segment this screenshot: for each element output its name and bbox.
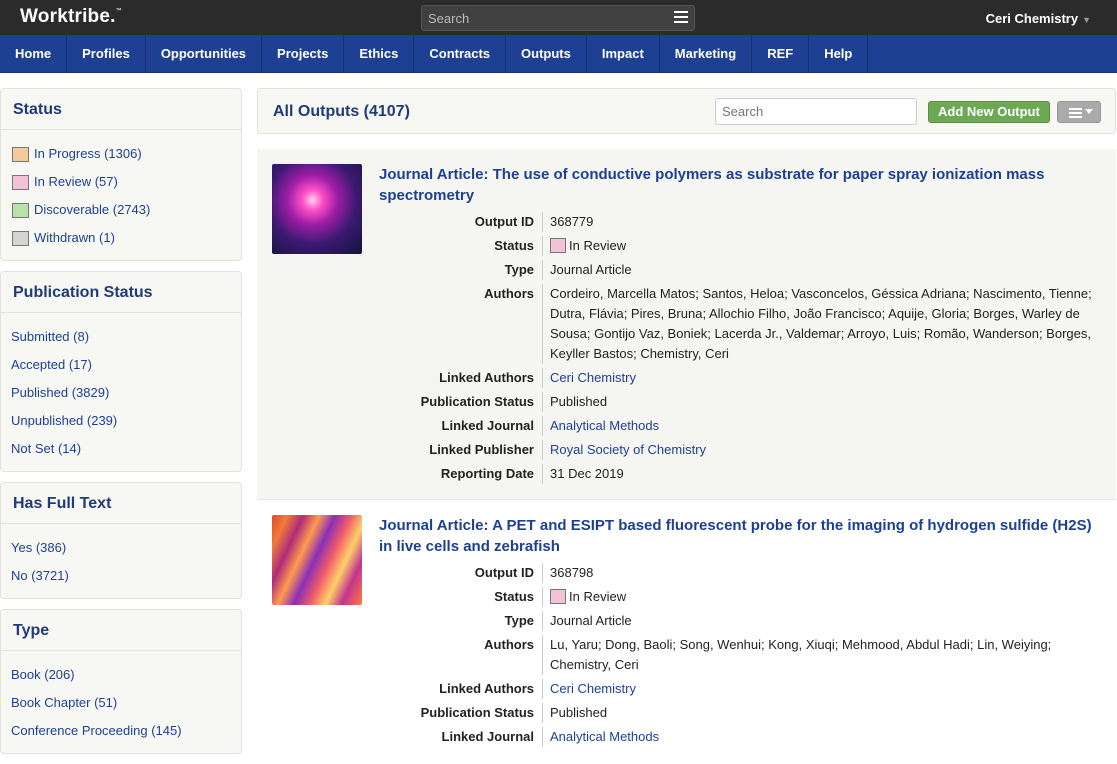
authors-value: Cordeiro, Marcella Matos; Santos, Heloa;… xyxy=(550,286,1092,361)
pubstatus-filter-accepted[interactable]: Accepted (17) xyxy=(11,351,241,379)
status-filter-in-progress[interactable]: In Progress (1306) xyxy=(12,140,241,168)
add-new-output-button[interactable]: Add New Output xyxy=(928,101,1050,123)
field-label: Type xyxy=(289,611,543,631)
field-label: Linked Publisher xyxy=(289,440,543,460)
type-facet: Type Book (206) Book Chapter (51) Confer… xyxy=(0,609,242,754)
linked-author-link[interactable]: Ceri Chemistry xyxy=(543,679,1104,699)
facet-title: Type xyxy=(1,610,241,651)
outputs-header: All Outputs (4107) Add New Output xyxy=(257,88,1116,134)
page-title: All Outputs (4107) xyxy=(273,103,410,120)
pubstatus-filter-submitted[interactable]: Submitted (8) xyxy=(11,323,241,351)
chevron-down-icon xyxy=(1085,109,1093,114)
fulltext-filter-no[interactable]: No (3721) xyxy=(11,562,241,590)
list-menu-icon xyxy=(1069,108,1082,120)
nav-ref[interactable]: REF xyxy=(752,35,810,72)
status-swatch xyxy=(12,230,29,246)
publication-status-facet: Publication Status Submitted (8) Accepte… xyxy=(0,271,242,472)
field-label: Linked Authors xyxy=(289,679,543,699)
output-title-link[interactable]: Journal Article: A PET and ESIPT based f… xyxy=(379,515,1099,557)
user-menu[interactable]: Ceri Chemistry ▼ xyxy=(986,11,1091,26)
field-label: Linked Journal xyxy=(289,727,543,747)
linked-author-link[interactable]: Ceri Chemistry xyxy=(543,368,1104,388)
status-swatch xyxy=(12,202,29,218)
status-value: In Review xyxy=(543,236,1104,256)
nav-projects[interactable]: Projects xyxy=(262,35,345,72)
field-label: Linked Journal xyxy=(289,416,543,436)
status-filter-in-review[interactable]: In Review (57) xyxy=(12,168,241,196)
status-badge xyxy=(550,238,566,253)
output-id-value: 368779 xyxy=(550,214,594,229)
top-bar: Worktribe.™ Ceri Chemistry▼ xyxy=(0,0,1117,35)
reporting-date-value: 31 Dec 2019 xyxy=(550,466,624,481)
status-filter-withdrawn[interactable]: Withdrawn (1) xyxy=(12,224,241,252)
field-label: Reporting Date xyxy=(289,464,543,484)
full-text-facet: Has Full Text Yes (386) No (3721) xyxy=(0,482,242,599)
output-title-link[interactable]: Journal Article: The use of conductive p… xyxy=(379,164,1099,206)
facet-title: Publication Status xyxy=(1,272,241,313)
field-label: Linked Authors xyxy=(289,368,543,388)
filter-sidebar: Status In Progress (1306) In Review (57)… xyxy=(0,88,242,764)
field-label: Type xyxy=(289,260,543,280)
output-thumbnail[interactable] xyxy=(272,164,362,254)
publication-status-value: Published xyxy=(550,705,608,720)
status-swatch xyxy=(12,174,29,190)
nav-ethics[interactable]: Ethics xyxy=(344,35,415,72)
type-value: Journal Article xyxy=(550,613,632,628)
nav-impact[interactable]: Impact xyxy=(587,35,660,72)
global-search-input[interactable] xyxy=(422,6,662,30)
nav-help[interactable]: Help xyxy=(809,35,869,72)
linked-journal-link[interactable]: Analytical Methods xyxy=(543,416,1104,436)
output-id-value: 368798 xyxy=(550,565,594,580)
field-label: Publication Status xyxy=(289,392,543,412)
hamburger-menu-icon[interactable] xyxy=(674,11,688,24)
field-label: Authors xyxy=(289,284,543,364)
nav-outputs[interactable]: Outputs xyxy=(506,35,587,72)
field-label: Authors xyxy=(289,635,543,675)
type-filter-book-chapter[interactable]: Book Chapter (51) xyxy=(11,689,241,717)
type-filter-conference-proceeding[interactable]: Conference Proceeding (145) xyxy=(11,717,241,745)
type-filter-book[interactable]: Book (206) xyxy=(11,661,241,689)
main-nav: Home Profiles Opportunities Projects Eth… xyxy=(0,35,1117,73)
output-thumbnail[interactable] xyxy=(272,515,362,605)
status-facet: Status In Progress (1306) In Review (57)… xyxy=(0,88,242,261)
output-fields: Output ID 368798 Status In Review Type Jour… xyxy=(289,563,1104,747)
worktribe-logo[interactable]: Worktribe.™ xyxy=(20,6,122,28)
linked-publisher-link[interactable]: Royal Society of Chemistry xyxy=(543,440,1104,460)
nav-home[interactable]: Home xyxy=(0,35,68,72)
facet-title: Has Full Text xyxy=(1,483,241,524)
output-item: Journal Article: A PET and ESIPT based f… xyxy=(257,500,1116,760)
nav-opportunities[interactable]: Opportunities xyxy=(146,35,263,72)
publication-status-value: Published xyxy=(550,394,608,409)
fulltext-filter-yes[interactable]: Yes (386) xyxy=(11,534,241,562)
authors-value: Lu, Yaru; Dong, Baoli; Song, Wenhui; Kon… xyxy=(550,637,1052,672)
status-badge xyxy=(550,589,566,604)
pubstatus-filter-unpublished[interactable]: Unpublished (239) xyxy=(11,407,241,435)
status-value: In Review xyxy=(543,587,1104,607)
output-item: Journal Article: The use of conductive p… xyxy=(257,149,1116,500)
global-search xyxy=(421,5,695,31)
facet-title: Status xyxy=(1,89,241,130)
pubstatus-filter-not-set[interactable]: Not Set (14) xyxy=(11,435,241,463)
list-options-button[interactable] xyxy=(1057,101,1101,123)
nav-marketing[interactable]: Marketing xyxy=(660,35,753,72)
nav-profiles[interactable]: Profiles xyxy=(67,35,146,72)
status-filter-discoverable[interactable]: Discoverable (2743) xyxy=(12,196,241,224)
outputs-search-input[interactable] xyxy=(715,98,917,125)
nav-contracts[interactable]: Contracts xyxy=(414,35,507,72)
type-value: Journal Article xyxy=(550,262,632,277)
pubstatus-filter-published[interactable]: Published (3829) xyxy=(11,379,241,407)
field-label: Publication Status xyxy=(289,703,543,723)
outputs-list: All Outputs (4107) Add New Output Journa… xyxy=(257,88,1116,760)
linked-journal-link[interactable]: Analytical Methods xyxy=(543,727,1104,747)
status-swatch xyxy=(12,146,29,162)
chevron-down-icon: ▼ xyxy=(1082,15,1091,25)
output-fields: Output ID 368779 Status In Review Type Jour… xyxy=(289,212,1104,484)
